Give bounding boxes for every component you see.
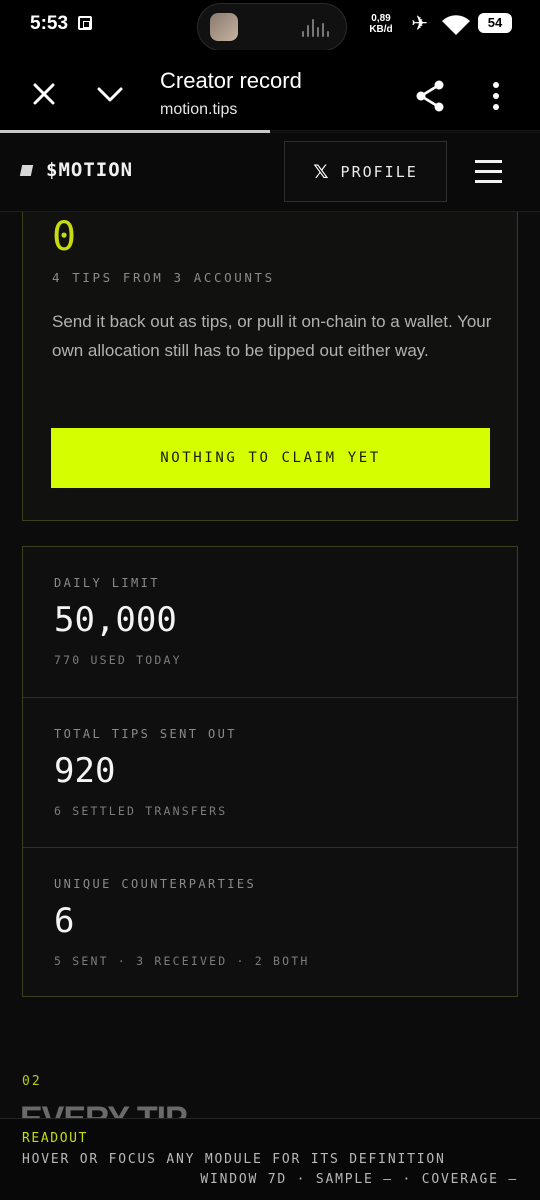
airplane-mode-icon: ✈ — [411, 11, 428, 35]
dynamic-island[interactable] — [197, 3, 347, 51]
brand-name: $MOTION — [46, 159, 134, 181]
stat-value: 50,000 — [54, 600, 177, 640]
audio-wave-icon — [302, 19, 332, 37]
status-icons: 0,89 KB/d ✈ 54 — [362, 11, 512, 39]
stat-sub: 6 SETTLED TRANSFERS — [54, 804, 228, 818]
x-profile-button[interactable]: 𝕏 PROFILE — [284, 141, 447, 202]
battery-level: 54 — [487, 15, 503, 30]
page-title: Creator record — [160, 68, 302, 93]
section-number: 02 — [22, 1074, 42, 1089]
stat-value: 6 — [54, 901, 75, 941]
claim-card: 0 4 TIPS FROM 3 ACCOUNTS Send it back ou… — [22, 212, 518, 521]
stat-sub: 5 SENT · 3 RECEIVED · 2 BOTH — [54, 954, 310, 968]
wifi-icon — [442, 15, 470, 35]
stat-label: DAILY LIMIT — [54, 576, 160, 590]
brand-link[interactable]: $MOTION — [19, 159, 134, 181]
status-time: 5:53 — [30, 13, 69, 34]
readout-bar: READOUT HOVER OR FOCUS ANY MODULE FOR IT… — [0, 1118, 540, 1200]
claim-button[interactable]: NOTHING TO CLAIM YET — [51, 428, 490, 488]
x-logo-icon: 𝕏 — [313, 160, 329, 183]
site-header: $MOTION 𝕏 PROFILE — [0, 133, 540, 212]
brand-logo-icon — [19, 164, 34, 176]
browser-toolbar: Creator record motion.tips — [0, 50, 540, 132]
stat-label: UNIQUE COUNTERPARTIES — [54, 877, 257, 891]
page-url[interactable]: motion.tips — [160, 101, 237, 119]
stat-value: 920 — [54, 751, 116, 791]
readout-title: READOUT — [22, 1131, 88, 1146]
stat-daily-limit[interactable]: DAILY LIMIT 50,000 770 USED TODAY — [23, 547, 517, 697]
net-speed-unit: KB/d — [369, 24, 393, 35]
more-vert-icon[interactable] — [480, 78, 512, 114]
stats-panel: DAILY LIMIT 50,000 770 USED TODAY TOTAL … — [22, 546, 518, 997]
readout-hint: HOVER OR FOCUS ANY MODULE FOR ITS DEFINI… — [22, 1152, 446, 1167]
net-speed: 0,89 KB/d — [367, 13, 395, 35]
screenshot-icon — [78, 16, 92, 30]
status-bar: 5:53 0,89 KB/d ✈ 54 — [0, 0, 540, 51]
menu-icon[interactable] — [475, 158, 503, 186]
battery-icon: 54 — [478, 13, 512, 33]
claim-subtitle: 4 TIPS FROM 3 ACCOUNTS — [52, 270, 275, 285]
claimable-amount: 0 — [52, 214, 77, 260]
media-thumbnail — [210, 13, 238, 41]
close-icon[interactable] — [24, 74, 64, 114]
readout-meta: WINDOW 7D · SAMPLE — · COVERAGE — — [200, 1172, 518, 1187]
chevron-down-icon[interactable] — [92, 76, 128, 112]
stat-sub: 770 USED TODAY — [54, 653, 182, 667]
net-speed-value: 0,89 — [371, 13, 391, 24]
page-content[interactable]: 0 4 TIPS FROM 3 ACCOUNTS Send it back ou… — [0, 212, 540, 1120]
share-icon[interactable] — [410, 76, 450, 116]
stat-total-tips[interactable]: TOTAL TIPS SENT OUT 920 6 SETTLED TRANSF… — [23, 697, 517, 847]
profile-button-label: PROFILE — [340, 162, 418, 181]
section-title: EVERY TIP — [20, 1100, 188, 1120]
claim-description: Send it back out as tips, or pull it on-… — [52, 312, 492, 360]
stat-unique-counterparties[interactable]: UNIQUE COUNTERPARTIES 6 5 SENT · 3 RECEI… — [23, 847, 517, 997]
stat-label: TOTAL TIPS SENT OUT — [54, 727, 237, 741]
